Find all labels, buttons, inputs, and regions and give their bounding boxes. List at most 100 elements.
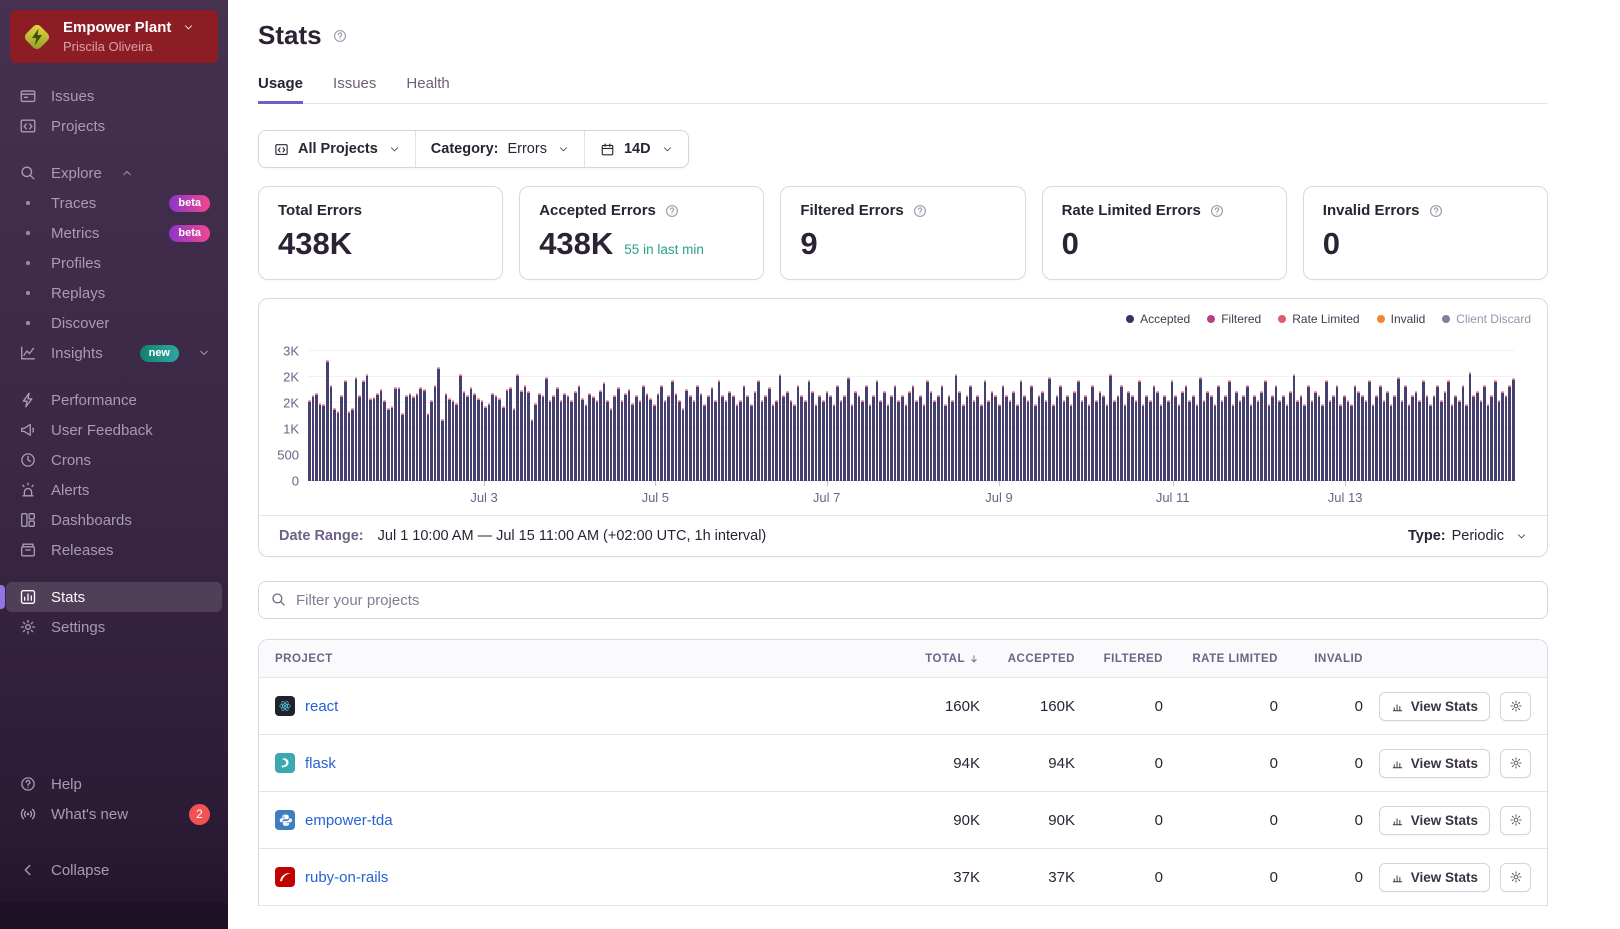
- chart-bar[interactable]: [430, 400, 433, 481]
- chart-bar[interactable]: [868, 404, 872, 481]
- chart-bar[interactable]: [710, 387, 714, 481]
- chart-bar[interactable]: [757, 380, 760, 481]
- chart-bar[interactable]: [512, 408, 516, 481]
- chart-bar[interactable]: [1260, 391, 1263, 481]
- sidebar-item-dashboards[interactable]: Dashboards: [6, 505, 222, 535]
- chart-bar[interactable]: [412, 396, 415, 481]
- chart-bar[interactable]: [818, 395, 821, 481]
- project-link[interactable]: ruby-on-rails: [305, 869, 388, 886]
- chart-bar[interactable]: [473, 393, 476, 481]
- sidebar-item-whats-new[interactable]: What's new 2: [6, 799, 222, 829]
- chart-bar[interactable]: [1195, 404, 1199, 481]
- chart-bar[interactable]: [1249, 404, 1253, 481]
- chart-bar[interactable]: [1192, 395, 1195, 481]
- chart-bar[interactable]: [448, 398, 451, 481]
- chart-bar[interactable]: [1012, 391, 1015, 481]
- chart-bar[interactable]: [476, 398, 480, 481]
- chart-bar[interactable]: [415, 393, 419, 481]
- chart-bar[interactable]: [994, 395, 997, 481]
- chart-bar[interactable]: [1328, 400, 1332, 481]
- chart-bar[interactable]: [649, 398, 652, 481]
- chart-bar[interactable]: [969, 385, 972, 481]
- chart-bar[interactable]: [1041, 391, 1044, 481]
- chart-bar[interactable]: [760, 400, 764, 481]
- chart-bar[interactable]: [1447, 380, 1450, 481]
- chart-bar[interactable]: [394, 387, 397, 481]
- chart-bar[interactable]: [1296, 400, 1299, 481]
- chart-bar[interactable]: [1113, 400, 1116, 481]
- chart-bar[interactable]: [440, 419, 444, 481]
- chart-bar[interactable]: [1120, 385, 1123, 481]
- sidebar-item-settings[interactable]: Settings: [6, 612, 222, 642]
- chart-bar[interactable]: [405, 395, 408, 481]
- project-filter-dropdown[interactable]: All Projects: [259, 131, 415, 167]
- chart-bar[interactable]: [1077, 380, 1080, 481]
- chart-bar[interactable]: [505, 389, 509, 481]
- chart-bar[interactable]: [980, 404, 983, 481]
- chart-bar[interactable]: [1511, 378, 1515, 481]
- chart-bar[interactable]: [1228, 380, 1231, 481]
- chart-bar[interactable]: [1267, 404, 1271, 481]
- chart-bar[interactable]: [926, 380, 929, 481]
- chart-bar[interactable]: [333, 408, 336, 481]
- chart-bar[interactable]: [750, 404, 753, 481]
- chart-bar[interactable]: [383, 400, 387, 481]
- chart-bar[interactable]: [343, 380, 347, 481]
- tab-usage[interactable]: Usage: [258, 75, 304, 104]
- chart-bar[interactable]: [778, 374, 782, 481]
- chart-bar[interactable]: [638, 400, 642, 481]
- chart-bar[interactable]: [768, 387, 771, 481]
- chart-bar[interactable]: [538, 393, 541, 481]
- chart-bar[interactable]: [1091, 385, 1095, 481]
- chart-bar[interactable]: [527, 391, 530, 481]
- chart-bar[interactable]: [1317, 395, 1321, 481]
- chart-bar[interactable]: [491, 393, 494, 481]
- chart-bar[interactable]: [771, 404, 775, 481]
- chart-bar[interactable]: [1055, 395, 1059, 481]
- chart-bar[interactable]: [1422, 380, 1425, 481]
- chart-bar[interactable]: [1429, 404, 1432, 481]
- chart-bar[interactable]: [1371, 404, 1375, 481]
- chart-bar[interactable]: [1062, 400, 1066, 481]
- chart-bar[interactable]: [1048, 377, 1051, 481]
- chart-bar[interactable]: [1123, 404, 1127, 481]
- chart-bar[interactable]: [466, 395, 469, 481]
- chart-bar[interactable]: [563, 393, 566, 481]
- chart-bar[interactable]: [1504, 395, 1508, 481]
- chart-bar[interactable]: [922, 404, 926, 481]
- sidebar-item-metrics[interactable]: Metrics beta: [6, 218, 222, 248]
- chart-bar[interactable]: [340, 395, 343, 481]
- chart-bar[interactable]: [1069, 404, 1073, 481]
- chart-bar[interactable]: [1443, 391, 1447, 481]
- chart-bar[interactable]: [1386, 391, 1389, 481]
- chart-bar[interactable]: [793, 404, 796, 481]
- chart-bar[interactable]: [825, 391, 829, 481]
- chart-bar[interactable]: [1066, 395, 1069, 481]
- view-stats-button[interactable]: View Stats: [1378, 805, 1490, 835]
- chart-bar[interactable]: [570, 400, 573, 481]
- chart-bar[interactable]: [642, 385, 645, 481]
- chart-bar[interactable]: [599, 390, 602, 481]
- chart-bar[interactable]: [520, 390, 523, 481]
- chart-bar[interactable]: [462, 391, 466, 481]
- sidebar-item-profiles[interactable]: Profiles: [6, 248, 222, 278]
- chart-bar[interactable]: [688, 395, 692, 481]
- chart-bar[interactable]: [872, 395, 875, 481]
- chart-bar[interactable]: [1396, 377, 1400, 481]
- chart-bar[interactable]: [498, 398, 502, 481]
- chart-bar[interactable]: [1414, 391, 1418, 481]
- chart-bar[interactable]: [487, 403, 491, 481]
- chart-bar[interactable]: [1051, 404, 1055, 481]
- chart-bar[interactable]: [1425, 395, 1429, 481]
- chart-bar[interactable]: [990, 391, 994, 481]
- chart-bar[interactable]: [1127, 391, 1130, 481]
- chart-bar[interactable]: [1188, 400, 1192, 481]
- chart-bar[interactable]: [1253, 395, 1256, 481]
- chart-bar[interactable]: [1148, 400, 1152, 481]
- chart-bar[interactable]: [469, 387, 473, 481]
- chart-bar[interactable]: [361, 380, 365, 481]
- sidebar-item-stats[interactable]: Stats: [0, 582, 222, 612]
- chart-bar[interactable]: [1105, 404, 1109, 481]
- chart-bar[interactable]: [1235, 391, 1238, 481]
- chart-bar[interactable]: [875, 380, 879, 481]
